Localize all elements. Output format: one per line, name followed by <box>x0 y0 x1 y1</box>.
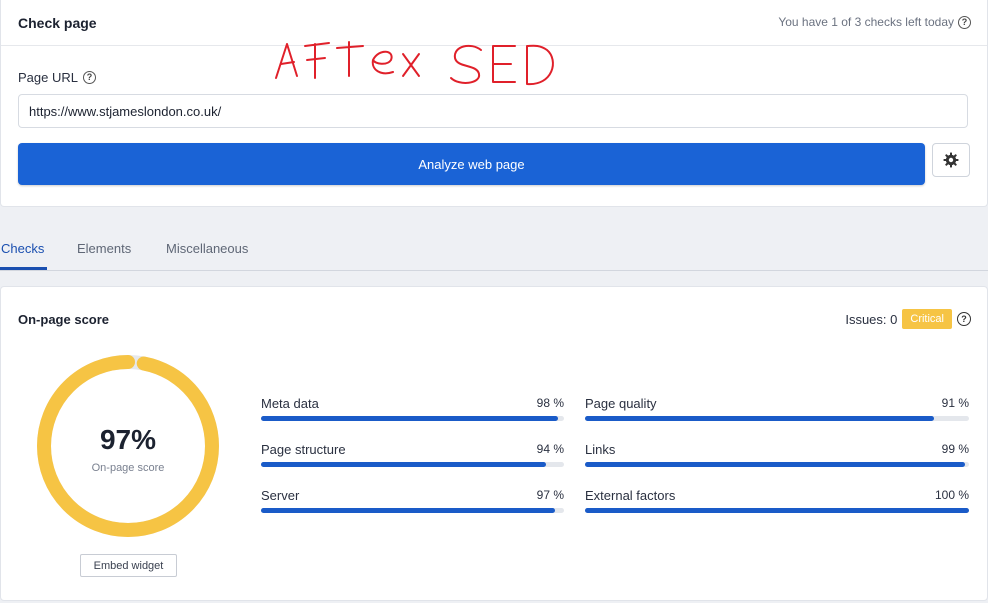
help-icon[interactable]: ? <box>958 15 971 29</box>
tab-elements[interactable]: Elements <box>77 241 131 256</box>
tab-bar: Checks Elements Miscellaneous <box>0 230 988 271</box>
url-label-text: Page URL <box>18 70 78 85</box>
issues-summary: Issues: 0 Critical ? <box>845 309 971 329</box>
check-page-card: Check page You have 1 of 3 checks left t… <box>0 0 988 207</box>
metric-track <box>261 462 564 467</box>
metric-name: Links <box>585 442 616 457</box>
handwritten-annotation <box>275 41 554 86</box>
metric-bar <box>261 508 555 513</box>
metric-value: 99 % <box>941 442 969 456</box>
checks-left-text: You have 1 of 3 checks left today <box>778 15 954 29</box>
metric-name: Meta data <box>261 396 319 411</box>
analyze-button[interactable]: Analyze web page <box>18 143 925 185</box>
metric-bar <box>261 462 546 467</box>
metric-external-factors: External factors 100 % <box>585 488 969 518</box>
metric-value: 94 % <box>536 442 564 456</box>
metric-page-structure: Page structure 94 % <box>261 442 564 472</box>
settings-button[interactable] <box>932 143 970 177</box>
metric-bar <box>585 508 969 513</box>
metric-bar <box>261 416 558 421</box>
metric-name: Page structure <box>261 442 346 457</box>
issues-count: Issues: 0 <box>845 311 898 327</box>
metric-name: Page quality <box>585 396 657 411</box>
on-page-score-card: On-page score Issues: 0 Critical ? 97% O… <box>0 286 988 601</box>
metric-value: 97 % <box>536 488 564 502</box>
page-title: Check page <box>18 15 97 31</box>
metric-track <box>261 416 564 421</box>
active-tab-indicator <box>0 267 47 270</box>
metric-meta-data: Meta data 98 % <box>261 396 564 426</box>
issues-help-icon[interactable]: ? <box>957 312 971 326</box>
metric-track <box>585 508 969 513</box>
metric-bar <box>585 462 966 467</box>
checks-left-info: You have 1 of 3 checks left today ? <box>778 15 971 29</box>
metric-track <box>261 508 564 513</box>
metric-value: 91 % <box>941 396 969 410</box>
metric-track <box>585 462 969 467</box>
score-value: 97% <box>99 424 157 455</box>
metric-value: 98 % <box>536 396 564 410</box>
url-label: Page URL ? <box>18 70 96 85</box>
metric-name: Server <box>261 488 300 503</box>
metric-track <box>585 416 969 421</box>
metric-bar <box>585 416 935 421</box>
score-title: On-page score <box>18 312 110 327</box>
score-value-label: On-page score <box>91 462 165 474</box>
metric-links: Links 99 % <box>585 442 969 472</box>
url-help-icon[interactable]: ? <box>82 71 96 84</box>
embed-widget-button[interactable]: Embed widget <box>80 554 177 577</box>
gear-icon <box>943 152 959 168</box>
metric-page-quality: Page quality 91 % <box>585 396 969 426</box>
tab-checks[interactable]: Checks <box>1 241 44 256</box>
metric-name: External factors <box>585 488 676 503</box>
critical-badge[interactable]: Critical <box>902 309 952 329</box>
metric-value: 100 % <box>934 488 969 502</box>
metric-server: Server 97 % <box>261 488 564 518</box>
url-input[interactable] <box>18 94 968 128</box>
tab-miscellaneous[interactable]: Miscellaneous <box>166 241 248 256</box>
